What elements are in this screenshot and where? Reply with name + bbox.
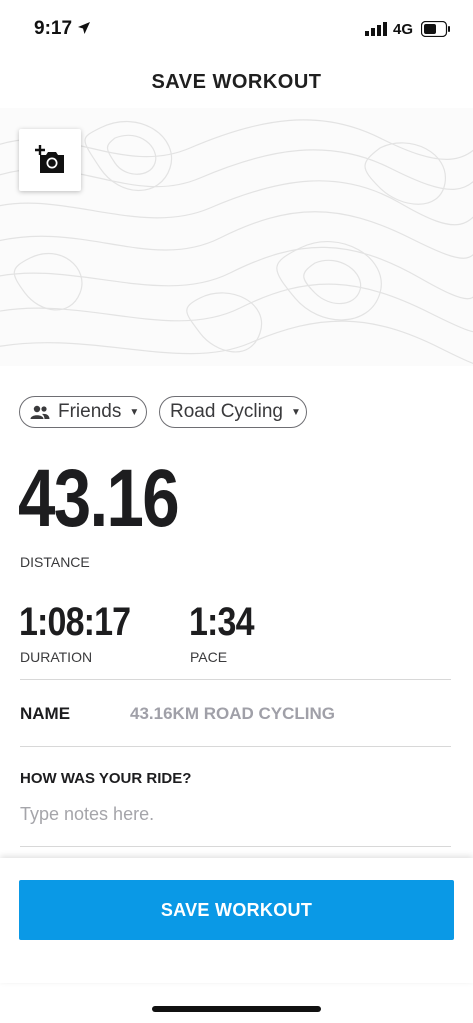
add-photo-button[interactable] xyxy=(19,129,81,191)
pace-label: PACE xyxy=(190,649,228,665)
activity-type-dropdown[interactable]: Road Cycling ▼ xyxy=(159,396,307,428)
notes-input[interactable] xyxy=(20,800,450,828)
status-bar: 9:17 4G xyxy=(0,0,473,60)
workout-name-field[interactable]: 43.16KM ROAD CYCLING xyxy=(130,704,335,724)
duration-label: DURATION xyxy=(20,649,93,665)
add-photo-camera-icon xyxy=(35,145,64,173)
people-icon xyxy=(30,405,50,419)
battery-icon xyxy=(421,21,450,37)
distance-value: 43.16 xyxy=(18,453,180,544)
name-label: NAME xyxy=(20,704,71,723)
activity-type-label: Road Cycling xyxy=(170,401,283,422)
notes-label: HOW WAS YOUR RIDE? xyxy=(20,770,192,787)
status-time: 9:17 xyxy=(34,18,73,39)
signal-strength-icon xyxy=(365,22,387,36)
distance-label: DISTANCE xyxy=(20,554,90,570)
divider xyxy=(20,746,451,747)
divider xyxy=(20,679,451,680)
privacy-dropdown[interactable]: Friends ▼ xyxy=(19,396,147,428)
home-indicator[interactable] xyxy=(152,1006,321,1012)
location-arrow-icon xyxy=(78,22,90,34)
pace-value: 1:34 xyxy=(189,600,255,644)
network-type: 4G xyxy=(393,21,414,38)
privacy-label: Friends xyxy=(58,401,122,422)
page-title: SAVE WORKOUT xyxy=(151,71,322,93)
privacy-chevron-down-icon: ▼ xyxy=(129,406,140,418)
duration-value: 1:08:17 xyxy=(19,600,131,644)
activity-chevron-down-icon: ▼ xyxy=(291,406,301,418)
save-workout-button[interactable]: SAVE WORKOUT xyxy=(19,880,454,940)
divider xyxy=(20,846,451,847)
